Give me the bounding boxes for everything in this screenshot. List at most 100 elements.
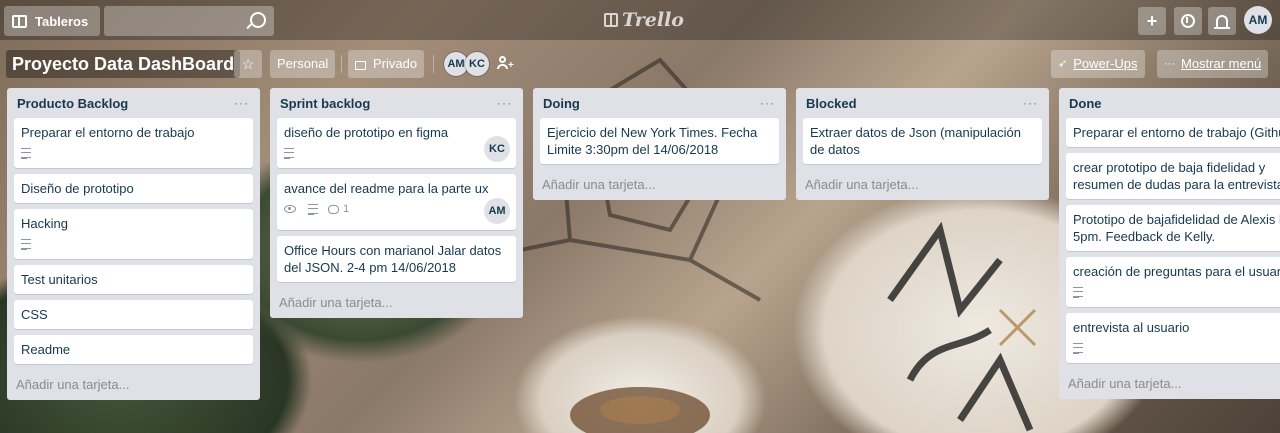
card-badges xyxy=(21,144,245,162)
add-member-icon[interactable]: + xyxy=(497,55,514,71)
top-nav: Tableros Trello + AM xyxy=(0,0,1280,40)
search-icon[interactable] xyxy=(250,12,266,28)
add-card-button[interactable]: Añadir una tarjeta... xyxy=(1066,369,1280,399)
add-card-button[interactable]: Añadir una tarjeta... xyxy=(14,370,253,400)
info-button[interactable] xyxy=(1174,7,1202,35)
info-icon xyxy=(1181,14,1195,28)
card-title: Hacking xyxy=(21,216,68,231)
list-blocked: Blocked ··· Extraer datos de Json (manip… xyxy=(796,88,1049,200)
card[interactable]: Test unitarios xyxy=(14,265,253,294)
list-title[interactable]: Done xyxy=(1069,96,1102,111)
list-doing: Doing ··· Ejercicio del New York Times. … xyxy=(533,88,786,200)
show-menu-button[interactable]: ··· Mostrar menú xyxy=(1157,50,1269,78)
create-button[interactable]: + xyxy=(1138,7,1166,35)
board-title[interactable]: Proyecto Data DashBoard xyxy=(6,50,241,78)
card-title: diseño de prototipo en figma xyxy=(284,125,449,140)
card-badges xyxy=(284,144,508,162)
list-sprint-backlog: Sprint backlog ··· diseño de prototipo e… xyxy=(270,88,523,318)
description-icon xyxy=(1073,343,1083,354)
list-menu-icon[interactable]: ··· xyxy=(234,96,249,110)
powerups-label: Power-Ups xyxy=(1073,56,1138,71)
visibility-button[interactable]: Privado xyxy=(348,50,425,78)
description-icon xyxy=(284,148,294,159)
card-title: Preparar el entorno de trabajo (Github) xyxy=(1073,125,1280,140)
card[interactable]: Readme xyxy=(14,335,253,364)
card[interactable]: Diseño de prototipo xyxy=(14,174,253,203)
board-member-avatar[interactable]: KC xyxy=(465,52,489,76)
more-icon: ··· xyxy=(1164,58,1175,70)
plus-icon: + xyxy=(1146,10,1158,31)
card[interactable]: Extraer datos de Json (manipulación de d… xyxy=(803,118,1042,164)
list-menu-icon[interactable]: ··· xyxy=(497,96,512,110)
card-title: Office Hours con marianol Jalar datos de… xyxy=(284,243,502,275)
show-menu-label: Mostrar menú xyxy=(1181,56,1262,71)
search-input[interactable] xyxy=(104,6,274,36)
card-title: Extraer datos de Json (manipulación de d… xyxy=(810,125,1022,157)
card-title: Ejercicio del New York Times. Fecha Limi… xyxy=(547,125,758,157)
card[interactable]: entrevista al usuario xyxy=(1066,313,1280,363)
user-avatar[interactable]: AM xyxy=(1244,6,1272,34)
card-title: crear prototipo de baja fidelidad y resu… xyxy=(1073,160,1280,192)
star-button[interactable]: ☆ xyxy=(234,50,262,78)
trello-logo-text: Trello xyxy=(622,9,684,31)
list-done: Done Preparar el entorno de trabajo (Git… xyxy=(1059,88,1280,399)
card-title: Readme xyxy=(21,342,71,357)
boards-icon xyxy=(12,14,27,28)
card[interactable]: Office Hours con marianol Jalar datos de… xyxy=(277,236,516,282)
boards-label: Tableros xyxy=(35,13,89,29)
list-menu-icon[interactable]: ··· xyxy=(760,96,775,110)
list-header[interactable]: Producto Backlog ··· xyxy=(14,88,253,118)
card-title: avance del readme para la parte ux xyxy=(284,181,489,196)
trello-logo[interactable]: Trello xyxy=(604,9,684,31)
card-title: Prototipo de bajafidelidad de Alexis las… xyxy=(1073,212,1280,244)
comment-count: 1 xyxy=(343,202,350,215)
card-title: CSS xyxy=(21,307,48,322)
powerups-button[interactable]: ➶ Power-Ups xyxy=(1051,50,1145,78)
list-title[interactable]: Blocked xyxy=(806,96,857,111)
add-card-button[interactable]: Añadir una tarjeta... xyxy=(540,170,779,200)
card-badges: 1 xyxy=(284,200,508,218)
card-member-avatar[interactable]: KC xyxy=(484,136,510,162)
list-title[interactable]: Sprint backlog xyxy=(280,96,370,111)
card[interactable]: Preparar el entorno de trabajo (Github) xyxy=(1066,118,1280,147)
list-header[interactable]: Blocked ··· xyxy=(803,88,1042,118)
description-icon xyxy=(1073,287,1083,298)
card-member-avatar[interactable]: AM xyxy=(484,198,510,224)
star-icon: ☆ xyxy=(241,56,255,72)
list-header[interactable]: Sprint backlog ··· xyxy=(277,88,516,118)
header-divider xyxy=(341,55,342,73)
card-badges xyxy=(1073,339,1280,357)
card[interactable]: Ejercicio del New York Times. Fecha Limi… xyxy=(540,118,779,164)
powerups-icon: ➶ xyxy=(1058,58,1068,70)
list-header[interactable]: Done xyxy=(1066,88,1280,118)
card[interactable]: Hacking xyxy=(14,209,253,259)
comment-icon xyxy=(328,204,339,214)
visibility-label: Privado xyxy=(373,56,418,71)
card-title: creación de preguntas para el usuario xyxy=(1073,264,1280,279)
card[interactable]: diseño de prototipo en figma KC xyxy=(277,118,516,168)
card[interactable]: Prototipo de bajafidelidad de Alexis las… xyxy=(1066,205,1280,251)
list-title[interactable]: Doing xyxy=(543,96,580,111)
card-badges xyxy=(21,235,245,253)
notifications-button[interactable] xyxy=(1208,7,1236,35)
card[interactable]: CSS xyxy=(14,300,253,329)
card-title: Test unitarios xyxy=(21,272,98,287)
card[interactable]: creación de preguntas para el usuario xyxy=(1066,257,1280,307)
team-button[interactable]: Personal xyxy=(270,50,336,78)
card-title: Preparar el entorno de trabajo xyxy=(21,125,195,140)
list-menu-icon[interactable]: ··· xyxy=(1023,96,1038,110)
trello-logo-icon xyxy=(604,13,618,27)
list-viewport: Done Preparar el entorno de trabajo (Git… xyxy=(1059,88,1280,433)
description-icon xyxy=(21,148,31,159)
card-title: Diseño de prototipo xyxy=(21,181,134,196)
list-header[interactable]: Doing ··· xyxy=(540,88,779,118)
lock-icon xyxy=(355,60,366,70)
list-title[interactable]: Producto Backlog xyxy=(17,96,128,111)
add-card-button[interactable]: Añadir una tarjeta... xyxy=(803,170,1042,200)
add-card-button[interactable]: Añadir una tarjeta... xyxy=(277,288,516,318)
card[interactable]: avance del readme para la parte ux 1 AM xyxy=(277,174,516,230)
card-badges xyxy=(1073,283,1280,301)
card[interactable]: crear prototipo de baja fidelidad y resu… xyxy=(1066,153,1280,199)
card[interactable]: Preparar el entorno de trabajo xyxy=(14,118,253,168)
boards-button[interactable]: Tableros xyxy=(4,6,100,36)
